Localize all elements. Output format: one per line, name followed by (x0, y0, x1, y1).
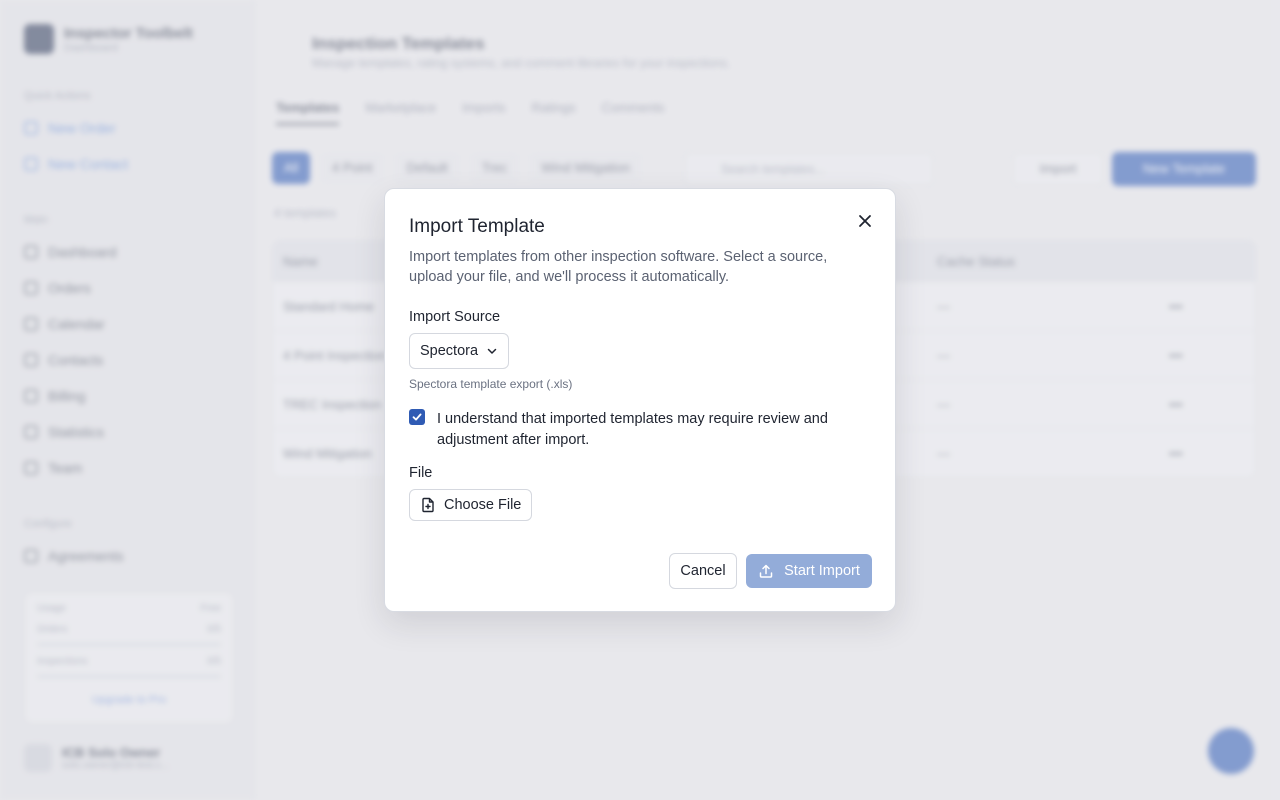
file-plus-icon (422, 497, 434, 513)
upload-icon (759, 564, 773, 578)
import-source-hint: Spectora template export (.xls) (409, 377, 573, 391)
acknowledge-checkbox[interactable] (409, 409, 425, 425)
import-source-select[interactable]: Spectora (409, 333, 510, 369)
dialog-title: Import Template (409, 216, 545, 237)
import-source-value: Spectora (420, 343, 479, 359)
check-icon (412, 413, 422, 421)
close-button[interactable] (855, 211, 875, 231)
close-icon (859, 215, 871, 227)
import-template-dialog: Import Template Import templates from ot… (384, 188, 896, 612)
cancel-button[interactable]: Cancel (669, 553, 737, 589)
start-import-button[interactable]: Start Import (746, 554, 872, 588)
choose-file-label: Choose File (444, 497, 522, 513)
choose-file-button[interactable]: Choose File (409, 489, 533, 521)
chevron-down-icon (487, 348, 497, 354)
acknowledge-checkbox-label[interactable]: I understand that imported templates may… (437, 409, 867, 451)
dialog-description: Import templates from other inspection s… (409, 249, 828, 285)
start-import-label: Start Import (784, 563, 860, 579)
import-source-label: Import Source (409, 309, 501, 325)
file-label: File (409, 465, 433, 481)
